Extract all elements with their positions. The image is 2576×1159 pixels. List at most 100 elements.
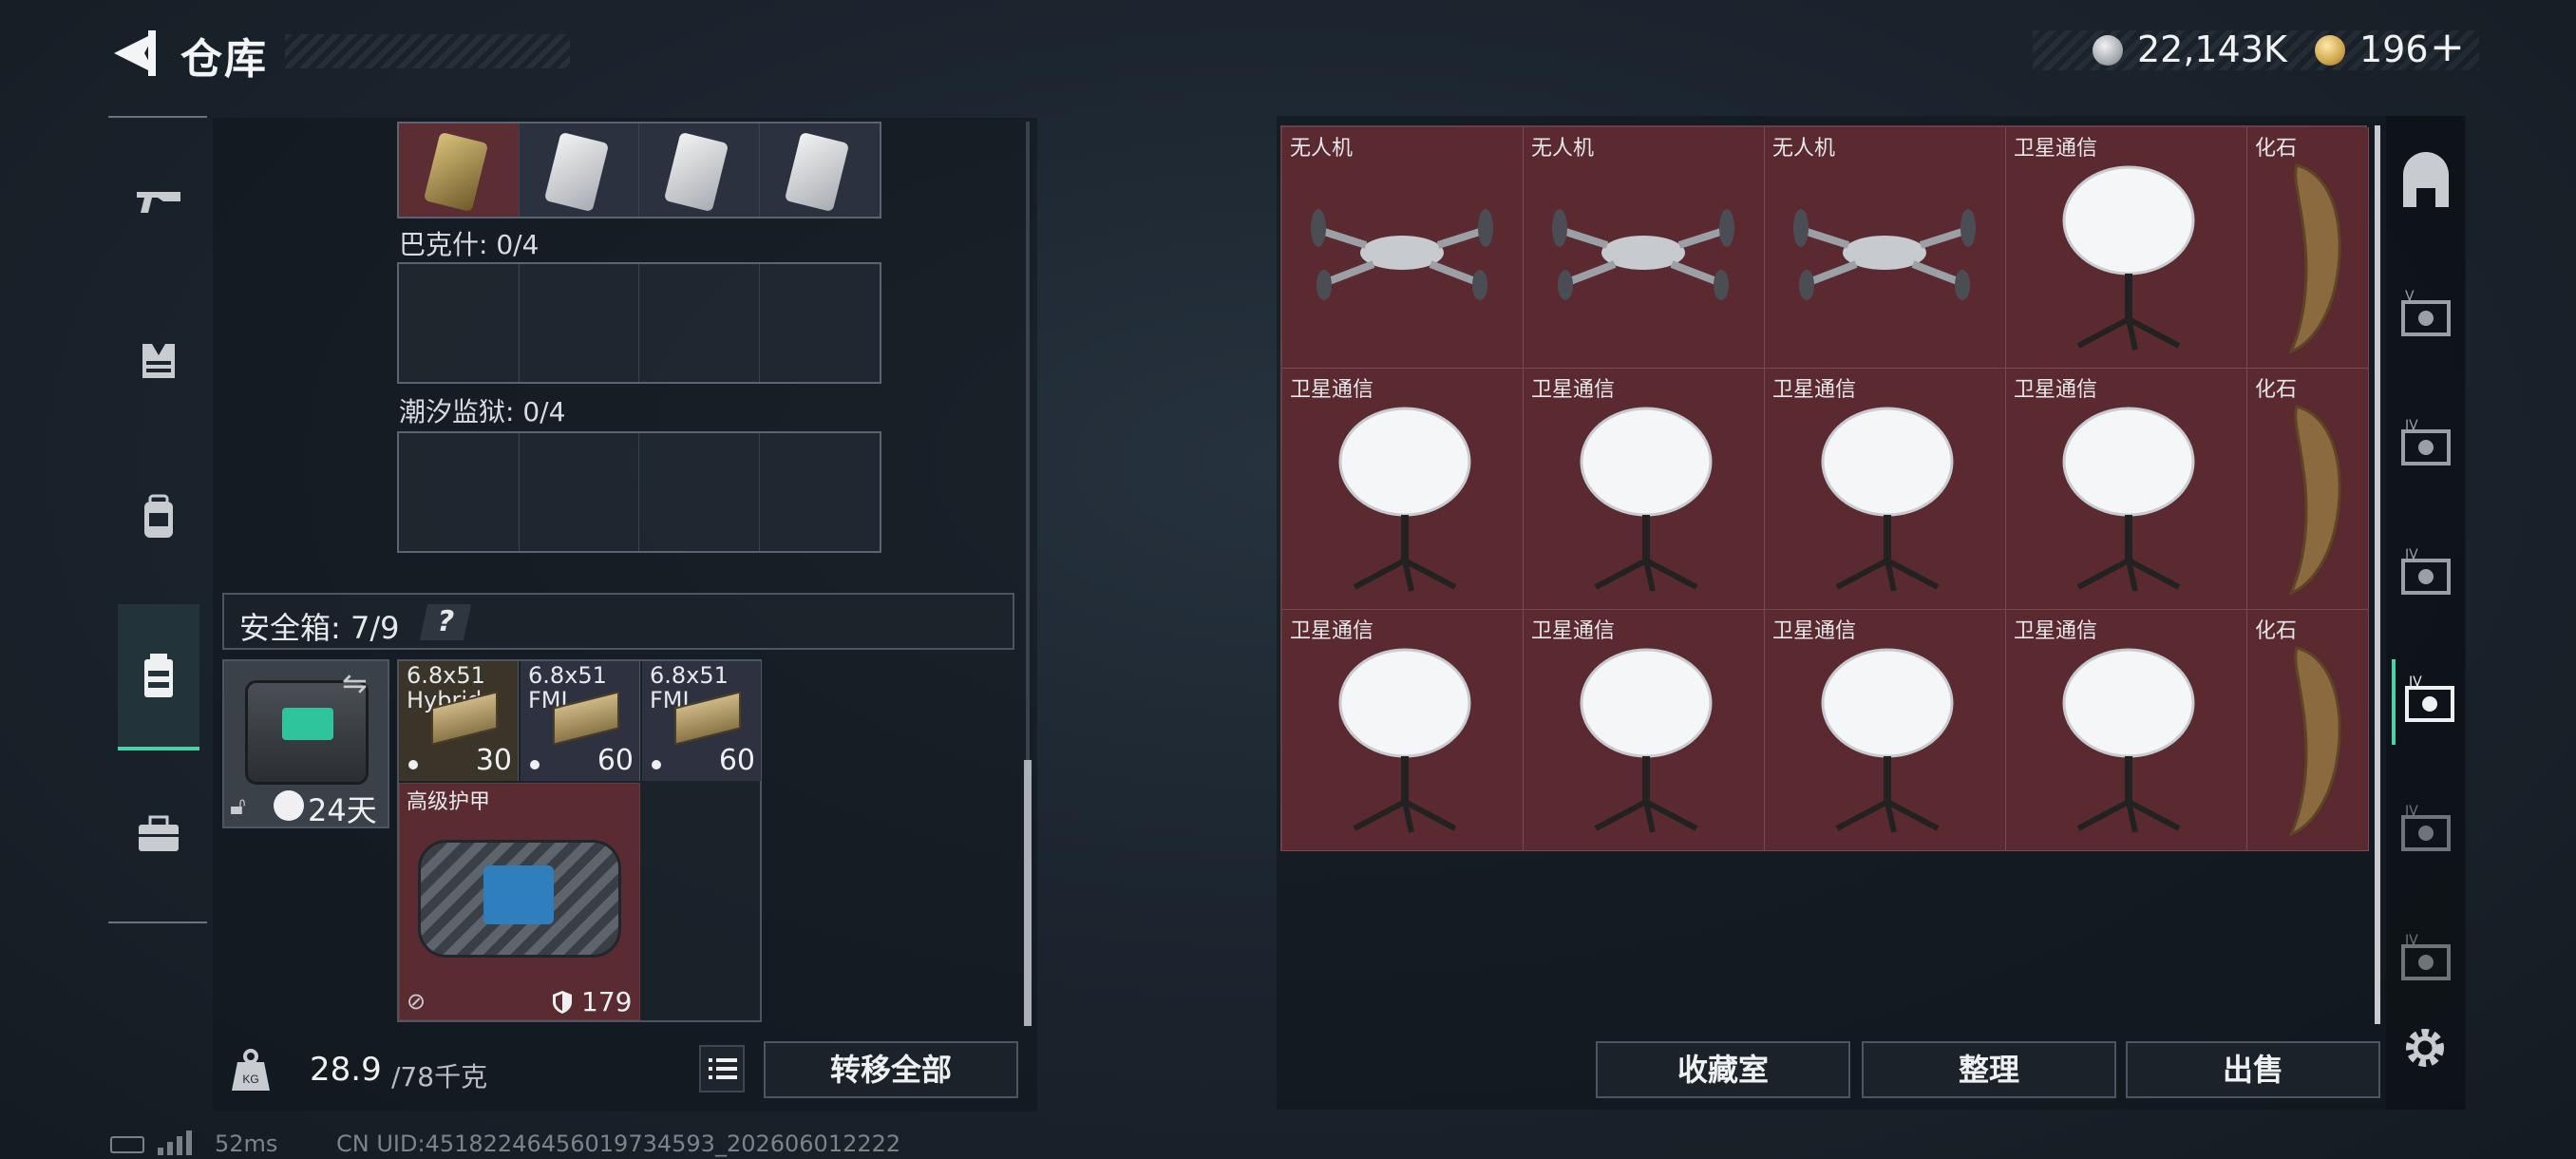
- satellite-dish-icon: [1821, 407, 1954, 592]
- svg-text:IV: IV: [2405, 547, 2418, 562]
- svg-text:IV: IV: [2405, 933, 2418, 948]
- nav-bag-selected[interactable]: [118, 604, 199, 750]
- stash-scrollbar[interactable]: [2375, 125, 2380, 1024]
- vest-icon[interactable]: [118, 319, 199, 401]
- stash-item-drone[interactable]: 无人机: [1282, 127, 1524, 369]
- empty-slot[interactable]: [519, 264, 639, 382]
- item-name: 卫星通信: [1531, 619, 1616, 643]
- stash-item-satellite[interactable]: 卫星通信: [1282, 369, 1524, 610]
- stash-item-fossil[interactable]: 化石: [2247, 369, 2369, 610]
- satellite-dish-icon: [1821, 648, 1954, 833]
- empty-slot[interactable]: [639, 433, 760, 551]
- item-name: 卫星通信: [1290, 378, 1374, 402]
- sell-button[interactable]: 出售: [2126, 1041, 2380, 1098]
- gear-icon[interactable]: [2399, 1022, 2451, 1074]
- transfer-all-button[interactable]: 转移全部: [764, 1041, 1018, 1098]
- item-name: 无人机: [1772, 137, 1836, 161]
- item-name: 卫星通信: [2014, 378, 2098, 402]
- item-name: 卫星通信: [1772, 619, 1857, 643]
- ammo-dot-icon: [408, 760, 418, 770]
- empty-slot[interactable]: [399, 264, 520, 382]
- stash-item-drone[interactable]: 无人机: [1765, 127, 2006, 369]
- empty-slot[interactable]: [639, 264, 760, 382]
- stash-page-4-button[interactable]: IV: [2392, 788, 2460, 874]
- case-icon[interactable]: [118, 794, 199, 876]
- stash-item-satellite[interactable]: 卫星通信: [1524, 369, 1765, 610]
- add-credit-button[interactable]: +: [2430, 23, 2465, 71]
- stash-page-4-button-selected[interactable]: IV: [2392, 659, 2460, 745]
- uid-readout: CN UID:45182246456019734593_202606012222: [336, 1130, 901, 1157]
- keycard-icon: [543, 131, 609, 213]
- item-name: 无人机: [1531, 137, 1595, 161]
- ammo-dot-icon: [530, 760, 540, 770]
- keycard-icon: [663, 131, 729, 213]
- weight-current: 28.9: [310, 1051, 382, 1089]
- item-name: 卫星通信: [1772, 378, 1857, 402]
- satellite-dish-icon: [1338, 648, 1471, 833]
- ammo-count: 30: [475, 744, 512, 777]
- drone-icon: [1552, 209, 1734, 300]
- ping-readout: 52ms: [215, 1130, 278, 1157]
- list-icon: [709, 1058, 737, 1079]
- page-title: 仓库: [180, 35, 268, 84]
- empty-slot[interactable]: [759, 264, 880, 382]
- clock-icon: [274, 790, 304, 821]
- keycard-slot[interactable]: [639, 124, 760, 217]
- svg-text:V: V: [2405, 289, 2415, 304]
- ammo-item[interactable]: 6.8x51 Hybrid 30: [399, 661, 519, 781]
- gun-icon[interactable]: [118, 160, 199, 241]
- swap-icon[interactable]: ⇋: [342, 665, 368, 701]
- stash-item-drone[interactable]: 无人机: [1524, 127, 1765, 369]
- ammo-item[interactable]: 6.8x51 FMJ 60: [521, 661, 640, 781]
- safe-box-label: 安全箱: 7/9: [239, 610, 400, 646]
- backpack-icon[interactable]: [118, 477, 199, 559]
- lock-icon: 🔓︎: [230, 792, 246, 821]
- svg-text:IV: IV: [2409, 674, 2422, 690]
- item-name: 卫星通信: [1531, 378, 1616, 402]
- stash-item-satellite[interactable]: 卫星通信: [2006, 369, 2247, 610]
- empty-slot[interactable]: [519, 433, 639, 551]
- stash-page-4-button[interactable]: IV: [2392, 532, 2460, 618]
- stash-page-4-button[interactable]: IV: [2392, 403, 2460, 488]
- stash-item-satellite[interactable]: 卫星通信: [1282, 610, 1524, 851]
- keycard-slot[interactable]: [759, 124, 880, 217]
- stash-page-icon: IV: [2401, 418, 2451, 466]
- title-decoration: [285, 34, 570, 68]
- stash-home-icon[interactable]: [2396, 152, 2456, 213]
- stash-item-satellite[interactable]: 卫星通信: [1524, 610, 1765, 851]
- stash-item-satellite[interactable]: 卫星通信: [2006, 610, 2247, 851]
- gold-coin-icon: [2315, 35, 2345, 66]
- weight-icon: KG: [232, 1049, 270, 1091]
- empty-slot[interactable]: [759, 433, 880, 551]
- empty-slot[interactable]: [399, 433, 520, 551]
- money-amount: 22,143K: [2137, 28, 2287, 70]
- help-button[interactable]: ?: [419, 604, 472, 640]
- item-name: 卫星通信: [2014, 619, 2098, 643]
- svg-text:KG: KG: [242, 1073, 258, 1086]
- stash-page-5-button[interactable]: V: [2392, 274, 2460, 359]
- collection-room-button[interactable]: 收藏室: [1596, 1041, 1850, 1098]
- satellite-dish-icon: [1338, 407, 1471, 592]
- chaoxi-container-label: 潮汐监狱: 0/4: [399, 396, 566, 428]
- svg-text:IV: IV: [2405, 418, 2418, 433]
- ammo-item[interactable]: 6.8x51 FMJ 60: [642, 661, 762, 781]
- stash-page-4-button[interactable]: IV: [2392, 918, 2460, 1003]
- keycard-slot[interactable]: [399, 124, 520, 217]
- safe-timer: 24天: [308, 792, 377, 828]
- stash-item-fossil[interactable]: 化石: [2247, 127, 2369, 369]
- stash-item-satellite[interactable]: 卫星通信: [2006, 127, 2247, 369]
- keycard-slot[interactable]: [519, 124, 639, 217]
- stash-item-satellite[interactable]: 卫星通信: [1765, 610, 2006, 851]
- stash-item-fossil[interactable]: 化石: [2247, 610, 2369, 851]
- satellite-dish-icon: [2062, 165, 2195, 351]
- stash-grid: 无人机 无人机 无人机 卫星通信 化石 卫星通信 卫星通信 卫星通信 卫星通信 …: [1280, 125, 2369, 851]
- sort-button[interactable]: 整理: [1862, 1041, 2116, 1098]
- fossil-claw-icon: [2288, 163, 2341, 354]
- list-view-button[interactable]: [699, 1045, 745, 1092]
- scrollbar-thumb[interactable]: [1024, 760, 1032, 1026]
- stash-item-satellite[interactable]: 卫星通信: [1765, 369, 2006, 610]
- bag-icon: [144, 654, 173, 697]
- armor-durability: 179: [581, 986, 633, 1017]
- bakesh-container-label: 巴克什: 0/4: [399, 229, 540, 260]
- back-arrow-icon[interactable]: [106, 27, 161, 80]
